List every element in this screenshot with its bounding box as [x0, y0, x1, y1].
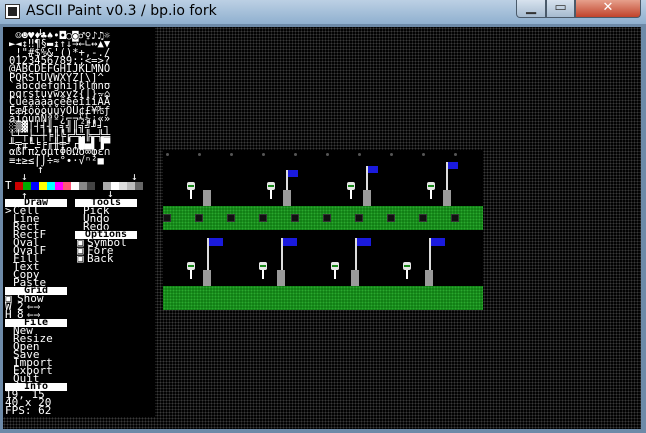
figure-body: [406, 270, 408, 279]
star-dot: [390, 153, 393, 156]
color-swatch[interactable]: [95, 182, 103, 190]
figure-body: [262, 270, 264, 279]
maximize-button[interactable]: ▭: [546, 0, 575, 18]
star-dot: [454, 153, 457, 156]
glyph-row[interactable]: ≡±≥≤⌠⌡÷≈°∙·√ⁿ²■: [9, 155, 110, 166]
color-swatch[interactable]: [39, 182, 47, 190]
grid-height-value[interactable]: 8: [17, 309, 24, 320]
post: [351, 270, 359, 286]
ground-tile: [195, 214, 203, 222]
color-swatch[interactable]: [71, 182, 79, 190]
title-bar[interactable]: ASCII Paint v0.3 / bp.io fork ▁ ▭ ✕: [0, 0, 646, 24]
option-back[interactable]: Back: [87, 253, 114, 264]
star-dot: [422, 153, 425, 156]
glyph-marker-icon: ↓: [37, 25, 44, 38]
post: [203, 190, 211, 206]
post: [283, 190, 291, 206]
color-swatch[interactable]: [87, 182, 95, 190]
figure-head: [259, 262, 267, 270]
color-swatch[interactable]: [79, 182, 87, 190]
post: [203, 270, 211, 286]
flag: [357, 238, 371, 246]
figure-body: [190, 190, 192, 199]
grid-height-label: H: [5, 308, 12, 321]
option-checkbox[interactable]: ▣: [77, 253, 84, 264]
close-button[interactable]: ✕: [575, 0, 641, 18]
flag: [431, 238, 445, 246]
glyph-picker[interactable]: ☺☻♥♦♣♠•◘○◙♂♀♪♫☼ ►◄↕‼¶§▬↨↑↓→←∟↔▲▼ !"#$%&'(…: [9, 31, 145, 166]
flag: [288, 170, 298, 177]
tool-panel: ☺☻♥♦♣♠•◘○◙♂♀♪♫☼ ►◄↕‼¶§▬↨↑↓→←∟↔▲▼ !"#$%&'(…: [3, 25, 155, 417]
selected-tool-marker: >: [5, 204, 12, 217]
minimize-button[interactable]: ▁: [516, 0, 546, 18]
palette-label: T: [5, 179, 12, 192]
flag: [283, 238, 297, 246]
color-swatch[interactable]: [119, 182, 127, 190]
flag: [209, 238, 223, 246]
window-title: ASCII Paint v0.3 / bp.io fork: [26, 3, 217, 19]
figure-body: [270, 190, 272, 199]
star-dot: [230, 153, 233, 156]
figure-head: [403, 262, 411, 270]
figure-head: [347, 182, 355, 190]
flag: [448, 162, 458, 169]
color-swatch[interactable]: [135, 182, 143, 190]
figure-body: [430, 190, 432, 199]
ascii-canvas[interactable]: [163, 150, 483, 310]
post: [425, 270, 433, 286]
ground-tile: [163, 214, 171, 222]
figure-head: [187, 262, 195, 270]
color-swatch[interactable]: [55, 182, 63, 190]
ground-tile: [355, 214, 363, 222]
star-dot: [166, 153, 169, 156]
figure-body: [334, 270, 336, 279]
ground-tile: [227, 214, 235, 222]
ground-tile: [387, 214, 395, 222]
ground-tile: [419, 214, 427, 222]
star-dot: [358, 153, 361, 156]
star-dot: [198, 153, 201, 156]
ground-tile: [451, 214, 459, 222]
figure-head: [267, 182, 275, 190]
post: [363, 190, 371, 206]
star-dot: [294, 153, 297, 156]
color-swatch[interactable]: [127, 182, 135, 190]
app-icon: [5, 4, 20, 19]
figure-body: [350, 190, 352, 199]
ground-tile: [259, 214, 267, 222]
color-swatch[interactable]: [47, 182, 55, 190]
post: [277, 270, 285, 286]
star-dot: [326, 153, 329, 156]
color-swatch[interactable]: [63, 182, 71, 190]
figure-head: [427, 182, 435, 190]
fore-color-marker-icon: ↓: [21, 170, 28, 183]
figure-head: [187, 182, 195, 190]
app-window: ASCII Paint v0.3 / bp.io fork ▁ ▭ ✕ ☺☻♥♦…: [0, 0, 646, 433]
figure-head: [331, 262, 339, 270]
glyph-marker-icon: ↑: [37, 163, 44, 176]
flag: [368, 166, 378, 173]
ground-tile: [291, 214, 299, 222]
grass-strip: [163, 286, 483, 310]
color-swatch[interactable]: [31, 182, 39, 190]
back-color-marker-icon: ↓: [131, 170, 138, 183]
fps-counter: FPS: 62: [5, 404, 52, 417]
post: [443, 190, 451, 206]
star-dot: [262, 153, 265, 156]
ground-tile: [323, 214, 331, 222]
figure-body: [190, 270, 192, 279]
